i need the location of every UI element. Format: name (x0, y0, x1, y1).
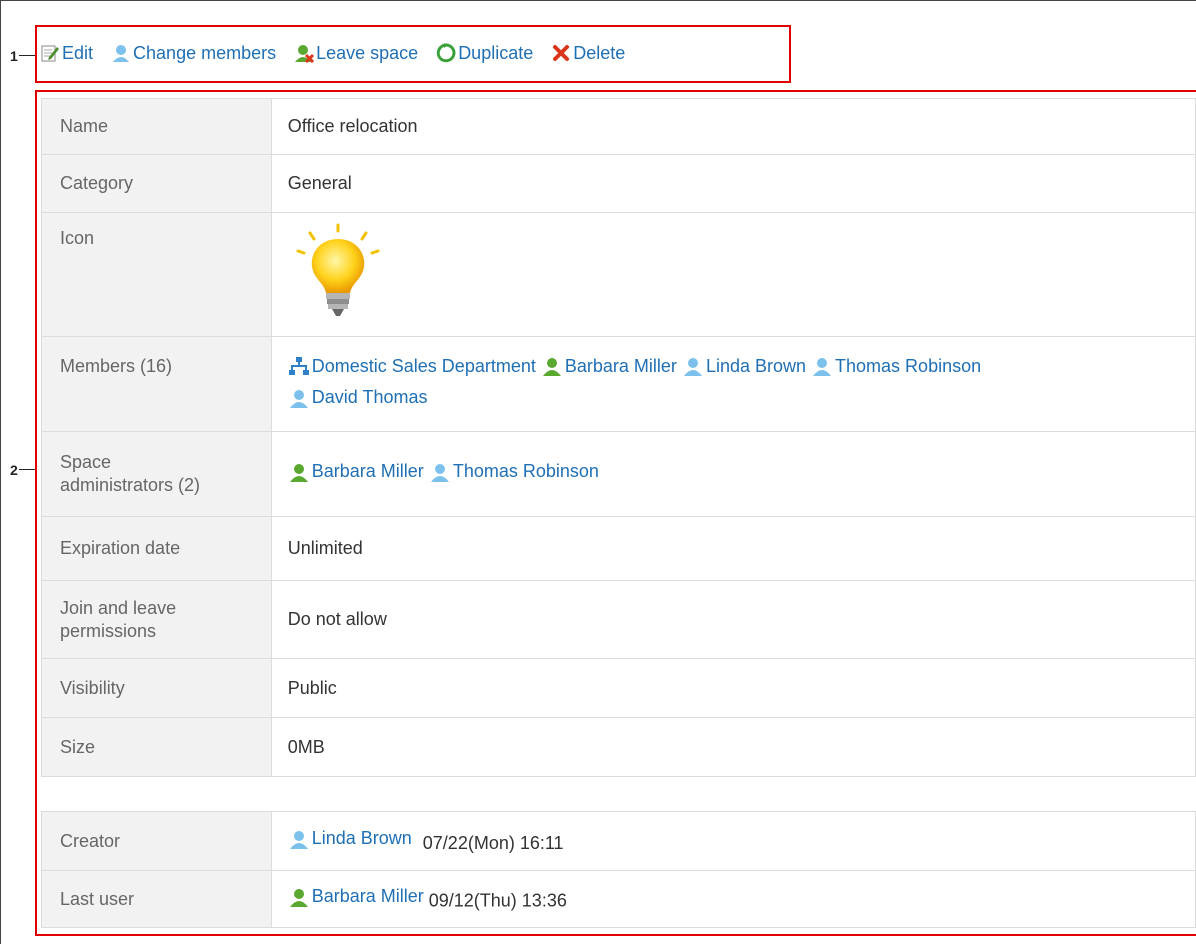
callout-1: 1 (10, 48, 18, 64)
edit-button[interactable]: Edit (40, 43, 93, 64)
row-join-leave: Join and leave permissions Do not allow (41, 580, 1196, 659)
admins-value: Barbara Miller Thomas Robinson (270, 431, 1196, 517)
last-user-value: Barbara Miller 09/12(Thu) 13:36 (270, 870, 1196, 928)
duplicate-button[interactable]: Duplicate (436, 43, 533, 64)
members-value: Domestic Sales Department Barbara Miller… (270, 336, 1196, 432)
row-last-user: Last user Barbara Miller 09/12(Thu) 13:3… (41, 870, 1196, 928)
row-icon: Icon (41, 212, 1196, 337)
admins-label-line1: Space (60, 452, 112, 472)
row-visibility: Visibility Public (41, 658, 1196, 718)
member-name: Barbara Miller (564, 355, 677, 376)
row-creator: Creator Linda Brown 07/22(Mon) 16:11 (41, 811, 1196, 871)
expiration-value: Unlimited (270, 516, 1196, 581)
user-blue-icon (813, 358, 832, 376)
member-user[interactable]: Linda Brown (682, 353, 806, 380)
recycle-icon (436, 43, 456, 63)
row-category: Category General (41, 154, 1196, 213)
leave-space-button[interactable]: Leave space (294, 43, 418, 64)
category-label: Category (41, 154, 272, 213)
icon-value (270, 212, 1196, 337)
user-blue-icon (289, 389, 308, 408)
join-label-line2: permissions (60, 620, 157, 641)
frame-top-border (0, 0, 1196, 1)
visibility-value: Public (270, 658, 1196, 718)
row-size: Size 0MB (41, 717, 1196, 777)
last-user-name: Barbara Miller (311, 886, 424, 907)
edit-label: Edit (62, 42, 94, 63)
user-green-icon (289, 888, 308, 907)
join-leave-value: Do not allow (270, 580, 1196, 659)
row-admins: Space administrators (2) Barbara Miller T… (41, 431, 1196, 517)
row-name: Name Office relocation (41, 98, 1196, 155)
action-toolbar: Edit Change members Leave space Duplicat… (40, 38, 643, 68)
member-name: Linda Brown (705, 355, 807, 376)
visibility-label: Visibility (41, 658, 272, 718)
org-chart-icon (288, 357, 309, 375)
frame-left-border (0, 0, 1, 944)
callout-2-line (19, 469, 35, 470)
member-name: Domestic Sales Department (311, 355, 536, 376)
callout-2: 2 (10, 462, 18, 478)
space-details-table: Name Office relocation Category General … (41, 98, 1196, 777)
admins-label-line2: administrators (2) (60, 475, 201, 495)
user-blue-icon (430, 463, 449, 482)
last-user-label: Last user (41, 870, 272, 928)
join-leave-label: Join and leave permissions (41, 580, 272, 659)
join-label-line1: Join and leave (60, 597, 177, 618)
user-blue-icon (683, 358, 702, 376)
name-label: Name (41, 98, 272, 155)
creator-name: Linda Brown (311, 828, 412, 849)
user-blue-icon (289, 830, 308, 849)
members-label: Members (16) (41, 336, 272, 432)
admin-user[interactable]: Thomas Robinson (429, 461, 599, 482)
creator-user[interactable]: Linda Brown (288, 828, 412, 849)
last-user[interactable]: Barbara Miller (288, 886, 424, 907)
leave-user-icon (294, 43, 315, 64)
member-group[interactable]: Domestic Sales Department (288, 353, 536, 380)
change-members-label: Change members (133, 42, 277, 63)
edit-icon (40, 43, 60, 63)
delete-button[interactable]: Delete (551, 43, 625, 64)
creator-time: 07/22(Mon) 16:11 (422, 832, 564, 853)
user-green-icon (289, 463, 308, 482)
row-expiration: Expiration date Unlimited (41, 516, 1196, 581)
member-user[interactable]: David Thomas (288, 384, 428, 411)
history-table: Creator Linda Brown 07/22(Mon) 16:11 Las… (41, 811, 1196, 928)
duplicate-label: Duplicate (458, 42, 534, 63)
creator-label: Creator (41, 811, 272, 871)
name-value: Office relocation (270, 98, 1196, 155)
expiration-label: Expiration date (41, 516, 272, 581)
icon-label: Icon (41, 212, 272, 337)
admin-name: Thomas Robinson (452, 461, 599, 482)
member-user[interactable]: Barbara Miller (541, 353, 677, 380)
member-name: Thomas Robinson (835, 355, 982, 376)
admin-name: Barbara Miller (311, 461, 424, 482)
row-members: Members (16) Domestic Sales Department B… (41, 336, 1196, 432)
delete-x-icon (551, 43, 571, 63)
size-value: 0MB (270, 717, 1196, 777)
change-members-button[interactable]: Change members (111, 43, 276, 64)
size-label: Size (41, 717, 272, 777)
delete-label: Delete (573, 42, 626, 63)
admin-user[interactable]: Barbara Miller (288, 461, 424, 482)
user-green-icon (542, 358, 561, 376)
category-value: General (270, 154, 1196, 213)
admins-label: Space administrators (2) (41, 431, 272, 517)
leave-space-label: Leave space (316, 42, 419, 63)
creator-value: Linda Brown 07/22(Mon) 16:11 (270, 811, 1196, 871)
lightbulb-icon (288, 223, 388, 325)
member-user[interactable]: Thomas Robinson (811, 353, 981, 380)
last-user-time: 09/12(Thu) 13:36 (428, 890, 567, 911)
callout-1-line (19, 55, 35, 56)
user-icon (111, 43, 131, 63)
member-name: David Thomas (311, 387, 428, 407)
